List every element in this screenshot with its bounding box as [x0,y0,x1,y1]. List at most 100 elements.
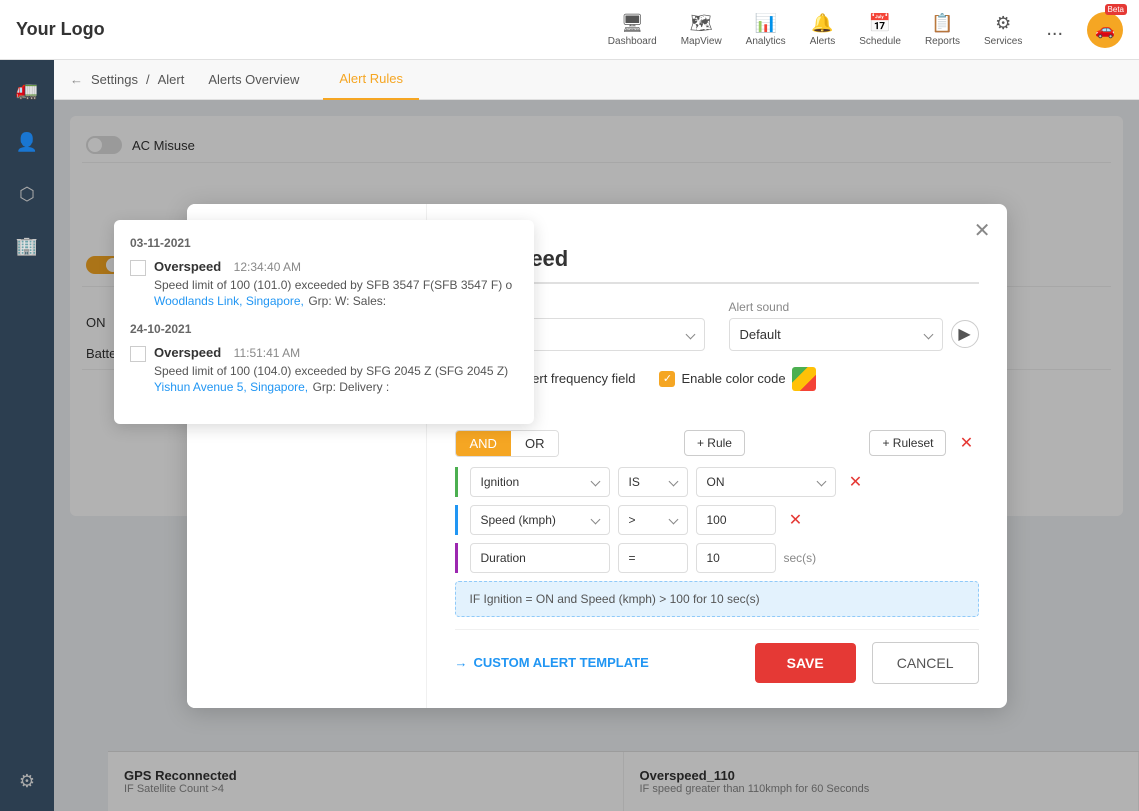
custom-alert-template-link[interactable]: → CUSTOM ALERT TEMPLATE [455,655,649,670]
breadcrumb-settings: Settings [91,72,138,87]
delete-rule2-button[interactable]: ✕ [784,508,808,532]
popup-alert-group-2: Grp: Delivery : [313,380,390,394]
cancel-button[interactable]: CANCEL [872,642,979,684]
rule1-field-select[interactable]: Ignition [470,467,610,497]
modal-overlay: 03-11-2021 Overspeed 12:34:40 AM Speed l… [54,100,1139,811]
nav-schedule[interactable]: 📅 Schedule [859,13,901,47]
popup-alert-location-1[interactable]: Woodlands Link, Singapore, [154,294,304,308]
rule-formula: IF Ignition = ON and Speed (kmph) > 100 … [455,581,979,617]
top-nav: Your Logo 🖥 Dashboard 🗺 MapView 📊 Analyt… [0,0,1139,60]
or-tab[interactable]: OR [511,431,559,456]
tab-alerts-overview[interactable]: Alerts Overview [192,60,315,100]
alert-history-popup: 03-11-2021 Overspeed 12:34:40 AM Speed l… [114,220,534,424]
chevron-down-icon [668,515,678,525]
app-body: 🚛 👤 ⬡ 🏢 ⚙ ← Settings / Alert Alerts Over… [0,60,1139,811]
popup-alert-location-2[interactable]: Yishun Avenue 5, Singapore, [154,380,308,394]
schedule-icon: 📅 [869,13,891,34]
chevron-down-icon [816,477,826,487]
services-icon: ⚙ [995,13,1011,34]
nav-services[interactable]: ⚙ Services [984,13,1022,47]
back-button[interactable]: ← [70,72,83,87]
and-tab[interactable]: AND [456,431,511,456]
popup-alert-row: Overspeed 12:34:40 AM Speed limit of 100… [130,258,518,310]
popup-checkbox-2[interactable] [130,346,146,362]
nav-reports[interactable]: 📋 Reports [925,13,960,47]
rule-row-speed: Speed (kmph) > ✕ [455,505,979,535]
alert-sound-select[interactable]: Default [729,318,943,351]
content-area: AC Misuse AC On If AC is On ON Battery D… [54,100,1139,811]
nav-alerts[interactable]: 🔔 Alerts [810,13,836,47]
delete-rule1-button[interactable]: ✕ [844,470,868,494]
delete-ruleset-button[interactable]: ✕ [954,431,978,455]
chevron-down-icon [923,329,933,339]
popup-alert-name-1: Overspeed [154,259,221,274]
checkbox-checked-icon-2: ✓ [659,371,675,387]
sidebar-item-hex[interactable]: ⬡ [9,176,45,212]
modal-close-button[interactable]: ✕ [974,218,991,243]
breadcrumb-alert: Alert [158,72,185,87]
rule2-value-input[interactable] [696,505,776,535]
custom-template-label: CUSTOM ALERT TEMPLATE [474,655,649,670]
chevron-down-icon [590,515,600,525]
rule-row-ignition: Ignition IS ON ✕ [455,467,979,497]
rule3-unit: sec(s) [784,551,817,565]
dispatch-icon: 🚗 [1095,22,1115,39]
popup-date-2: 24-10-2021 [130,322,518,336]
rule2-operator-select[interactable]: > [618,505,688,535]
reports-icon: 📋 [931,13,953,34]
popup-date-1: 03-11-2021 [130,236,518,250]
sidebar-item-user[interactable]: 👤 [9,124,45,160]
chevron-down-icon [590,477,600,487]
left-sidebar: 🚛 👤 ⬡ 🏢 ⚙ [0,60,54,811]
breadcrumb: ← Settings / Alert Alerts Overview Alert… [54,60,1139,100]
chevron-down-icon [668,477,678,487]
rule1-operator-select[interactable]: IS [618,467,688,497]
tab-alert-rules[interactable]: Alert Rules [323,60,419,100]
alert-sound-label: Alert sound [729,300,979,314]
nav-analytics[interactable]: 📊 Analytics [746,13,786,47]
popup-alert-group-1: Grp: W: Sales: [308,294,386,308]
main-content: ← Settings / Alert Alerts Overview Alert… [54,60,1139,811]
rule1-value-select[interactable]: ON [696,467,836,497]
popup-checkbox-1[interactable] [130,260,146,276]
rule-row-duration: Duration = sec(s) [455,543,979,573]
rules-header: AND OR + Rule + Ruleset ✕ [455,430,979,457]
nav-mapview[interactable]: 🗺 MapView [681,13,722,47]
save-button[interactable]: SAVE [755,643,856,683]
sidebar-item-building[interactable]: 🏢 [9,228,45,264]
enable-color-code-checkbox[interactable]: ✓ Enable color code [659,367,815,391]
popup-alert-time-2: 11:51:41 AM [234,346,301,360]
rule3-value-input[interactable] [696,543,776,573]
more-options-button[interactable]: ... [1046,18,1063,41]
add-rule-button[interactable]: + Rule [684,430,745,456]
popup-alert-desc-2: Speed limit of 100 (104.0) exceeded by S… [154,364,508,378]
add-ruleset-button[interactable]: + Ruleset [869,430,946,456]
rule2-field-select[interactable]: Speed (kmph) [470,505,610,535]
nav-icons: 🖥 Dashboard 🗺 MapView 📊 Analytics 🔔 Aler… [608,12,1123,48]
chevron-down-icon [685,329,695,339]
rule3-operator-select[interactable]: = [618,543,688,573]
sidebar-item-truck[interactable]: 🚛 [9,72,45,108]
alerts-icon: 🔔 [811,13,833,34]
enable-color-code-label: Enable color code [681,371,785,386]
breadcrumb-separator: / [146,72,150,87]
alert-sound-row: Default ▶ [729,318,979,351]
analytics-icon: 📊 [754,13,776,34]
popup-alert-name-2: Overspeed [154,345,221,360]
mapview-icon: 🗺 [690,13,713,34]
color-code-preview [792,367,816,391]
rule3-field-select[interactable]: Duration [470,543,610,573]
logo: Your Logo [16,19,105,40]
dashboard-icon: 🖥 [621,13,644,34]
popup-alert-row-2: Overspeed 11:51:41 AM Speed limit of 100… [130,344,518,396]
popup-alert-desc-1: Speed limit of 100 (101.0) exceeded by S… [154,278,512,292]
alert-sound-group: Alert sound Default ▶ [729,300,979,351]
popup-alert-time-1: 12:34:40 AM [234,260,301,274]
dispatch-button[interactable]: 🚗 Beta [1087,12,1123,48]
modal-footer: → CUSTOM ALERT TEMPLATE SAVE CANCEL [455,629,979,684]
and-or-tabs: AND OR [455,430,560,457]
play-sound-button[interactable]: ▶ [951,320,979,348]
nav-dashboard[interactable]: 🖥 Dashboard [608,13,657,47]
sidebar-item-settings[interactable]: ⚙ [9,763,45,799]
beta-badge: Beta [1105,4,1127,15]
